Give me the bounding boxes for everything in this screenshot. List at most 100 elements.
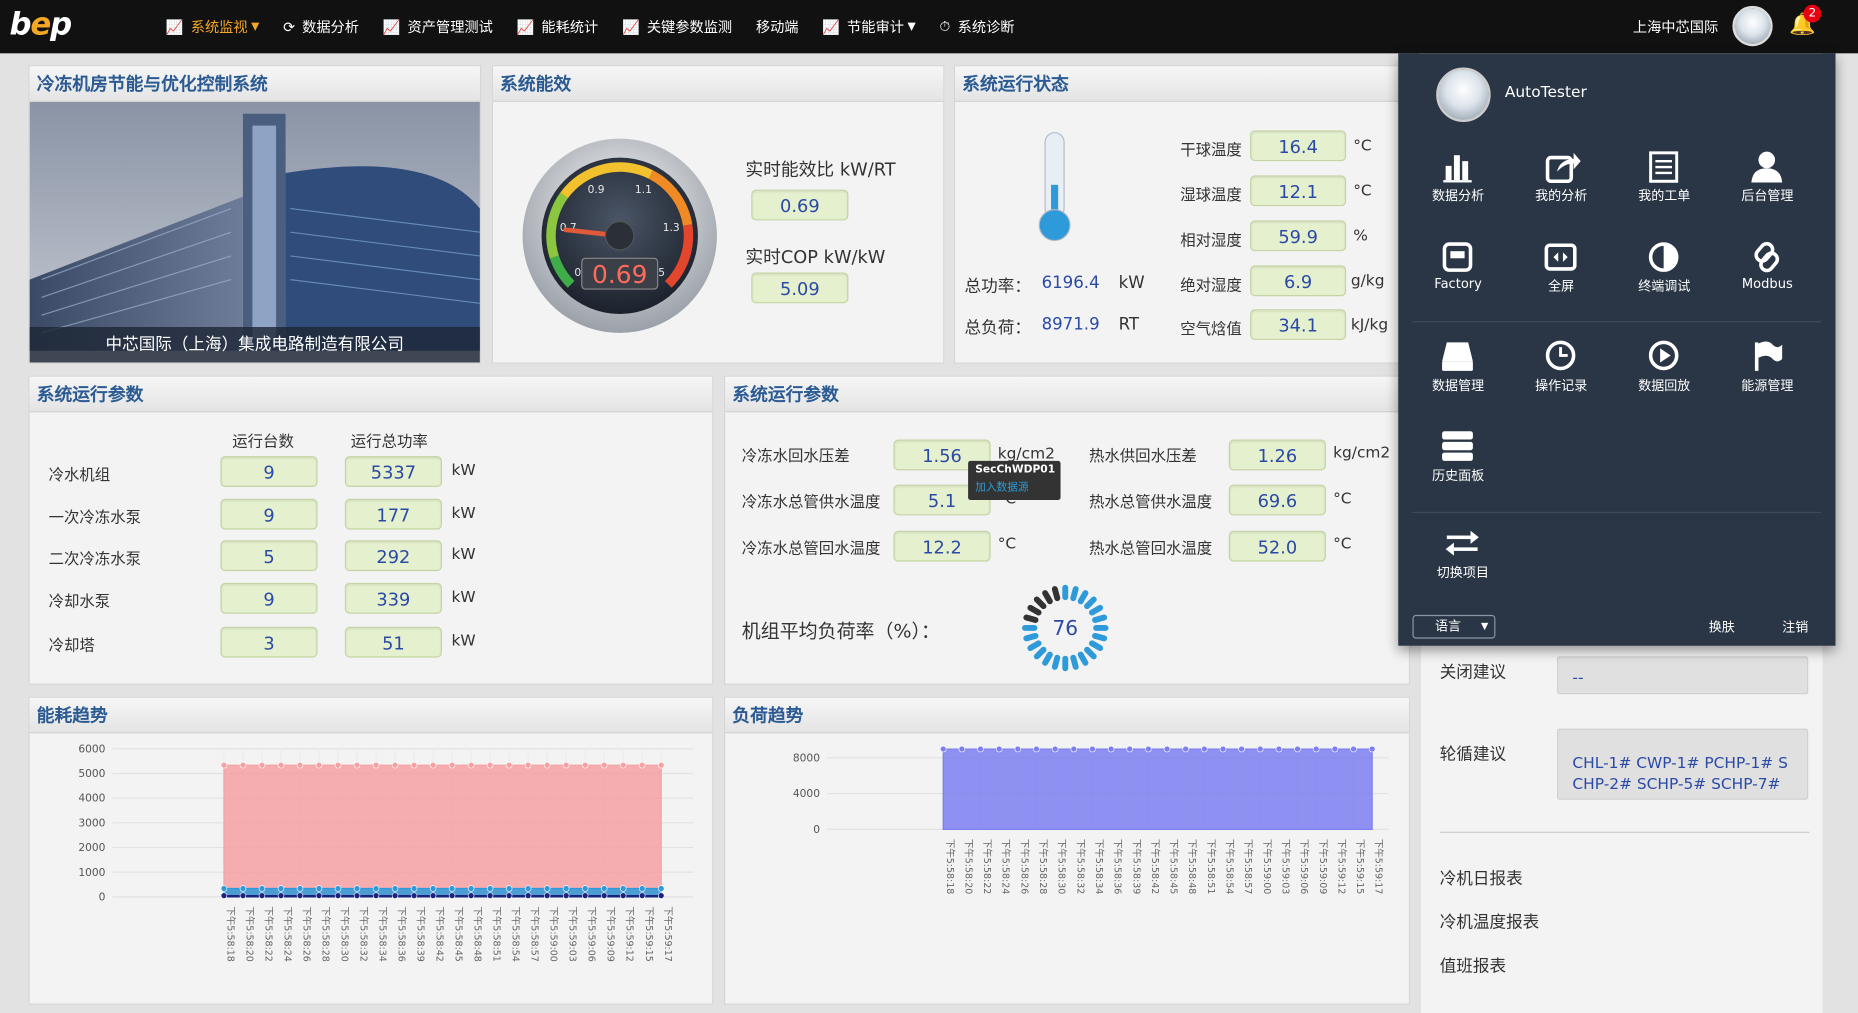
data-point[interactable]: [1238, 745, 1245, 753]
logo[interactable]: bep: [9, 7, 72, 43]
data-point[interactable]: [391, 885, 399, 892]
menu-switch-project[interactable]: 切换项目: [1411, 525, 1514, 582]
data-point[interactable]: [334, 761, 342, 769]
data-point[interactable]: [334, 892, 342, 899]
data-point[interactable]: [958, 745, 966, 753]
data-point[interactable]: [562, 885, 570, 892]
menu-data-analysis[interactable]: 数据分析: [1407, 148, 1510, 205]
data-point[interactable]: [1219, 745, 1227, 753]
data-point[interactable]: [657, 885, 665, 892]
data-point[interactable]: [600, 761, 608, 769]
data-point[interactable]: [372, 761, 380, 769]
data-point[interactable]: [353, 885, 361, 892]
menu-data-playback[interactable]: 数据回放: [1613, 338, 1716, 395]
nav-energy-stats[interactable]: 📈 能耗统计: [517, 17, 599, 37]
menu-fullscreen[interactable]: 全屏: [1510, 238, 1613, 295]
nav-system-monitor[interactable]: 📈 系统监视 ▼: [166, 17, 259, 37]
data-point[interactable]: [353, 892, 361, 899]
data-point[interactable]: [1033, 745, 1040, 753]
skin-link[interactable]: 换肤: [1709, 617, 1735, 636]
data-point[interactable]: [1089, 745, 1096, 753]
data-point[interactable]: [505, 761, 513, 769]
data-point[interactable]: [1201, 745, 1208, 753]
data-point[interactable]: [1107, 745, 1115, 753]
data-point[interactable]: [448, 761, 456, 769]
data-point[interactable]: [467, 892, 475, 899]
company-name[interactable]: 上海中芯国际: [1633, 17, 1718, 37]
data-point[interactable]: [277, 892, 285, 899]
data-point[interactable]: [429, 892, 437, 899]
data-point[interactable]: [1294, 745, 1301, 753]
data-point[interactable]: [638, 892, 646, 899]
data-point[interactable]: [1014, 745, 1022, 753]
menu-data-management[interactable]: 数据管理: [1407, 338, 1510, 395]
language-select[interactable]: 语言 ▼: [1412, 614, 1496, 639]
data-point[interactable]: [977, 745, 984, 753]
data-point[interactable]: [1070, 745, 1078, 753]
logout-link[interactable]: 注销: [1782, 617, 1808, 636]
data-point[interactable]: [600, 892, 608, 899]
data-point[interactable]: [239, 892, 247, 899]
data-point[interactable]: [277, 885, 285, 892]
nav-asset-test[interactable]: 📈 资产管理测试: [383, 17, 493, 37]
data-point[interactable]: [429, 761, 437, 769]
data-point[interactable]: [619, 761, 627, 769]
data-point[interactable]: [939, 745, 947, 753]
chiller-temp-report-link[interactable]: 冷机温度报表: [1440, 910, 1540, 934]
data-point[interactable]: [372, 892, 380, 899]
data-point[interactable]: [220, 892, 228, 899]
data-point[interactable]: [486, 761, 494, 769]
data-point[interactable]: [220, 761, 228, 769]
data-point[interactable]: [1275, 745, 1283, 753]
data-point[interactable]: [296, 761, 304, 769]
data-point[interactable]: [239, 885, 247, 892]
data-point[interactable]: [562, 892, 570, 899]
data-point[interactable]: [995, 745, 1003, 753]
menu-admin[interactable]: 后台管理: [1716, 148, 1819, 205]
data-point[interactable]: [1051, 745, 1059, 753]
data-point[interactable]: [638, 885, 646, 892]
nav-key-params[interactable]: 📈 关键参数监测: [622, 17, 732, 37]
data-point[interactable]: [410, 892, 418, 899]
menu-modbus[interactable]: Modbus: [1716, 238, 1819, 291]
data-point[interactable]: [391, 761, 399, 769]
data-point[interactable]: [486, 892, 494, 899]
data-point[interactable]: [315, 761, 323, 769]
data-point[interactable]: [581, 885, 589, 892]
data-point[interactable]: [353, 761, 361, 769]
data-point[interactable]: [391, 892, 399, 899]
data-point[interactable]: [220, 885, 228, 892]
data-point[interactable]: [258, 761, 266, 769]
data-point[interactable]: [600, 885, 608, 892]
data-point[interactable]: [1182, 745, 1189, 753]
data-point[interactable]: [524, 885, 532, 892]
data-point[interactable]: [543, 892, 551, 899]
user-avatar[interactable]: [1732, 5, 1773, 47]
menu-energy-management[interactable]: 能源管理: [1716, 338, 1819, 395]
data-point[interactable]: [619, 885, 627, 892]
data-point[interactable]: [1312, 745, 1320, 753]
data-point[interactable]: [524, 761, 532, 769]
data-point[interactable]: [467, 761, 475, 769]
data-point[interactable]: [277, 761, 285, 769]
nav-diagnosis[interactable]: ⏱ 系统诊断: [939, 17, 1014, 37]
data-point[interactable]: [1126, 745, 1133, 753]
menu-my-tickets[interactable]: 我的工单: [1613, 148, 1716, 205]
nav-data-analysis[interactable]: ⟳ 数据分析: [283, 17, 359, 37]
data-point[interactable]: [505, 892, 513, 899]
menu-my-analysis[interactable]: 我的分析: [1510, 148, 1613, 205]
data-point[interactable]: [581, 892, 589, 899]
data-point[interactable]: [505, 885, 513, 892]
tooltip-add-source-link[interactable]: 加入数据源: [975, 479, 1053, 494]
data-point[interactable]: [296, 892, 304, 899]
data-point[interactable]: [524, 892, 532, 899]
data-point[interactable]: [657, 892, 665, 899]
data-point[interactable]: [372, 885, 380, 892]
data-point[interactable]: [657, 761, 665, 769]
data-point[interactable]: [543, 885, 551, 892]
data-point[interactable]: [562, 761, 570, 769]
data-point[interactable]: [619, 892, 627, 899]
data-point[interactable]: [1368, 745, 1376, 753]
data-point[interactable]: [1145, 745, 1152, 753]
data-point[interactable]: [543, 761, 551, 769]
